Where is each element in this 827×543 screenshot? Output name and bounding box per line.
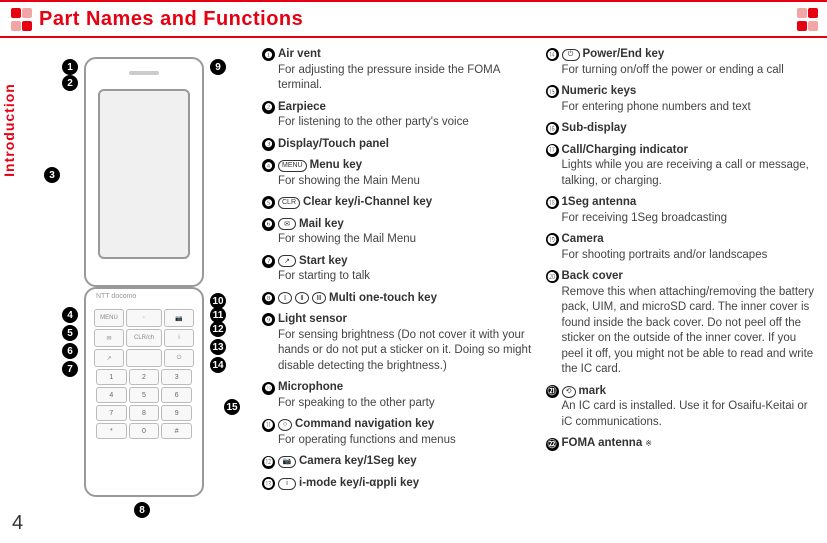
- imode-key-icon: i: [164, 329, 194, 347]
- felica-mark-icon: ⟲: [562, 386, 576, 398]
- callout-8: 8: [134, 502, 150, 518]
- item-1: ❶Air ventFor adjusting the pressure insi…: [262, 47, 534, 94]
- callout-13: 13: [210, 339, 226, 355]
- power-key-icon: ⏻: [164, 349, 194, 367]
- item-5: ❺CLRClear key/i-Channel key: [262, 195, 534, 211]
- spacer-icon: [126, 349, 162, 367]
- earpiece-icon: [129, 71, 159, 75]
- phone-display: [98, 89, 190, 259]
- item-10: ❿MicrophoneFor speaking to the other par…: [262, 380, 534, 411]
- page-number: 4: [12, 512, 23, 535]
- start-key-icon: ↗: [94, 349, 124, 367]
- callout-14: 14: [210, 357, 226, 373]
- item-14: ⓮⏻Power/End keyFor turning on/off the po…: [546, 47, 818, 78]
- start-key-label-icon: ↗: [278, 255, 296, 267]
- camera-key-label-icon: 📷: [278, 456, 296, 468]
- item-17: ⓱Call/Charging indicatorLights while you…: [546, 143, 818, 190]
- callout-7: 7: [62, 361, 78, 377]
- callout-4: 4: [62, 307, 78, 323]
- description-column-right: ⓮⏻Power/End keyFor turning on/off the po…: [546, 47, 818, 517]
- puzzle-icon-right: [796, 7, 817, 32]
- item-12: ⓬📷Camera key/1Seg key: [262, 454, 534, 470]
- camera-key-icon: 📷: [164, 309, 194, 327]
- mail-key-label-icon: ✉: [278, 218, 296, 230]
- item-2: ❷EarpieceFor listening to the other part…: [262, 100, 534, 131]
- clr-key-icon: CLR/ch: [126, 329, 162, 347]
- phone-diagram: NTT docomo MENU ◦ 📷 ✉ CLR/ch i ↗ ⏻ 123 4…: [24, 47, 254, 517]
- item-18: ⓲1Seg antennaFor receiving 1Seg broadcas…: [546, 195, 818, 226]
- item-4: ❹MENUMenu keyFor showing the Main Menu: [262, 158, 534, 189]
- section-tab: Introduction: [0, 70, 18, 190]
- callout-12: 12: [210, 321, 226, 337]
- item-22: ㉒FOMA antenna※: [546, 436, 818, 452]
- item-11: ⓫○Command navigation keyFor operating fu…: [262, 417, 534, 448]
- item-9: ❾Light sensorFor sensing brightness (Do …: [262, 312, 534, 374]
- menu-key-label-icon: MENU: [278, 160, 307, 172]
- clr-key-label-icon: CLR: [278, 197, 300, 209]
- multi1-icon: Ⅰ: [278, 292, 292, 304]
- callout-6: 6: [62, 343, 78, 359]
- description-column-left: ❶Air ventFor adjusting the pressure insi…: [262, 47, 534, 517]
- footnote-mark: ※: [645, 439, 652, 450]
- section-tab-label: Introduction: [1, 83, 17, 177]
- menu-key-icon: MENU: [94, 309, 124, 327]
- callout-3: 3: [44, 167, 60, 183]
- item-16: ⓰Sub-display: [546, 121, 818, 137]
- item-15: ⓯Numeric keysFor entering phone numbers …: [546, 84, 818, 115]
- item-6: ❻✉Mail keyFor showing the Mail Menu: [262, 217, 534, 248]
- item-21: ㉑⟲markAn IC card is installed. Use it fo…: [546, 384, 818, 431]
- multi2-icon: Ⅱ: [295, 292, 309, 304]
- mail-key-icon: ✉: [94, 329, 124, 347]
- phone-top-body: [84, 57, 204, 287]
- puzzle-icon: [10, 7, 31, 32]
- callout-9: 9: [210, 59, 226, 75]
- item-13: ⓭ii-mode key/i-αppli key: [262, 476, 534, 492]
- nav-key-label-icon: ○: [278, 419, 292, 431]
- item-20: ⓴Back coverRemove this when attaching/re…: [546, 269, 818, 378]
- callout-2: 2: [62, 75, 78, 91]
- page-title: Part Names and Functions: [39, 8, 303, 31]
- numeric-keypad: 123 456 789 *0#: [96, 369, 192, 439]
- callout-1: 1: [62, 59, 78, 75]
- item-8: ❽ⅠⅡⅢMulti one-touch key: [262, 291, 534, 307]
- phone-keypad-body: NTT docomo MENU ◦ 📷 ✉ CLR/ch i ↗ ⏻ 123 4…: [84, 287, 204, 497]
- page-header: Part Names and Functions: [0, 3, 827, 36]
- power-key-label-icon: ⏻: [562, 49, 580, 61]
- nav-key-icon: ◦: [126, 309, 162, 327]
- imode-key-label-icon: i: [278, 478, 296, 490]
- callout-15: 15: [224, 399, 240, 415]
- item-7: ❼↗Start keyFor starting to talk: [262, 254, 534, 285]
- multi3-icon: Ⅲ: [312, 292, 326, 304]
- callout-5: 5: [62, 325, 78, 341]
- item-19: ⓳CameraFor shooting portraits and/or lan…: [546, 232, 818, 263]
- phone-brand: NTT docomo: [96, 293, 136, 300]
- item-3: ❸Display/Touch panel: [262, 137, 534, 153]
